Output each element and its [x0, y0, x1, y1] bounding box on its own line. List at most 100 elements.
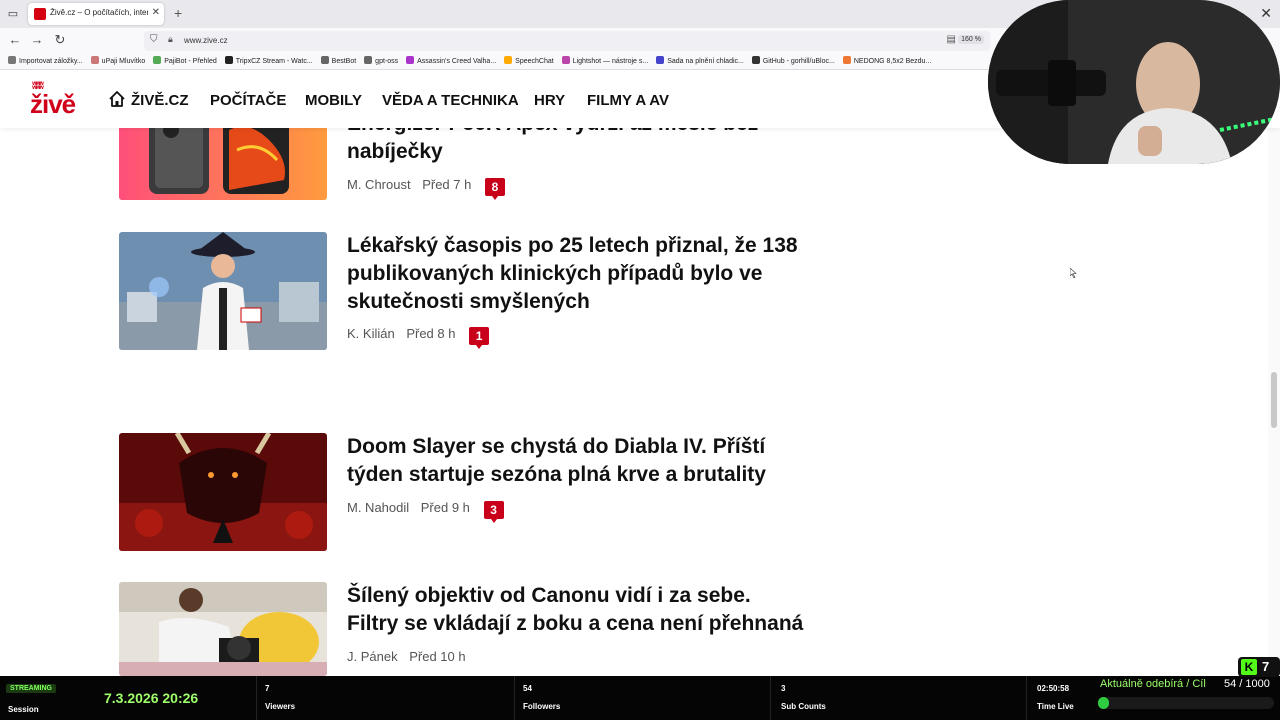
- tab-close-icon[interactable]: ✕: [152, 7, 160, 18]
- bookmark-item[interactable]: TripxCZ Stream - Watc...: [224, 54, 313, 69]
- time-live-label: Time Live: [1037, 702, 1074, 711]
- bookmark-item[interactable]: gpt-oss: [364, 54, 399, 69]
- bookmark-favicon-icon: [561, 56, 570, 64]
- article-item[interactable]: Lékařský časopis po 25 letech přiznal, ž…: [119, 232, 819, 352]
- article-meta: M. Chroust Před 7 h 8: [347, 177, 505, 200]
- subs-label: Sub Counts: [781, 702, 826, 711]
- nav-hry[interactable]: HRY: [534, 92, 565, 109]
- bookmark-item[interactable]: NEDONG 8,5x2 Bezdu...: [842, 54, 931, 69]
- followers-cell: 54 Followers: [514, 676, 770, 720]
- bookmark-favicon-icon: [504, 56, 513, 64]
- bookmark-label: Assassin's Creed Valha...: [417, 58, 497, 65]
- address-bar[interactable]: ⛉ 🔒︎ www.zive.cz ▤ 160 %: [144, 31, 990, 51]
- bookmark-item[interactable]: Importovat záložky...: [8, 54, 83, 69]
- bookmark-item[interactable]: Assassin's Creed Valha...: [406, 54, 497, 69]
- bookmark-label: Importovat záložky...: [19, 58, 83, 65]
- sub-goal-progress: [1098, 697, 1274, 709]
- bookmark-label: uPaji Mluvítko: [101, 58, 146, 65]
- comment-count-badge[interactable]: 1: [469, 327, 490, 349]
- nav-veda-a-technika[interactable]: VĚDA A TECHNIKA: [382, 92, 519, 109]
- kick-viewer-badge: K 7: [1238, 657, 1280, 677]
- bookmark-item[interactable]: BestBot: [320, 54, 356, 69]
- stream-status-bar: STREAMING Session 7.3.2026 20:26 7 Viewe…: [0, 676, 1280, 720]
- bookmark-label: SpeechChat: [515, 58, 554, 65]
- article-time: Před 7 h: [422, 177, 472, 192]
- forward-icon[interactable]: →: [29, 32, 45, 47]
- bookmark-favicon-icon: [364, 56, 373, 64]
- viewers-count: 7: [265, 684, 270, 693]
- article-item[interactable]: Šílený objektiv od Canonu vidí i za sebe…: [119, 582, 819, 676]
- bookmark-label: gpt-oss: [375, 58, 399, 65]
- bookmark-favicon-icon: [842, 56, 851, 64]
- session-label: Session: [8, 705, 39, 714]
- home-icon[interactable]: [108, 90, 126, 108]
- lock-icon[interactable]: 🔒︎: [168, 34, 173, 45]
- scrollbar-thumb[interactable]: [1271, 372, 1277, 428]
- reader-view-icon[interactable]: ▤: [947, 34, 956, 45]
- reload-icon[interactable]: ↻: [52, 32, 68, 48]
- bookmark-item[interactable]: Lightshot — nástroje s...: [561, 54, 649, 69]
- bookmark-favicon-icon: [153, 56, 162, 64]
- sidebar-toggle-icon[interactable]: ▭: [6, 7, 20, 21]
- bookmark-favicon-icon: [751, 56, 760, 64]
- article-meta: J. Pánek Před 10 h: [347, 649, 466, 664]
- viewers-label: Viewers: [265, 702, 296, 711]
- article-thumbnail[interactable]: [119, 433, 327, 551]
- tracking-shield-icon[interactable]: ⛉: [150, 34, 158, 45]
- window-close-icon[interactable]: ✕: [1260, 5, 1272, 22]
- subs-count: 3: [781, 684, 786, 693]
- article-title[interactable]: Šílený objektiv od Canonu vidí i za sebe…: [347, 582, 807, 638]
- nav-pocitace[interactable]: POČÍTAČE: [210, 92, 286, 109]
- article-author[interactable]: K. Kilián: [347, 326, 395, 341]
- nav-zive[interactable]: ŽIVĚ.CZ: [131, 92, 189, 109]
- sub-goal-value: 54 / 1000: [1224, 678, 1270, 690]
- article-time: Před 8 h: [406, 326, 456, 341]
- new-tab-icon[interactable]: +: [174, 5, 182, 21]
- bookmark-favicon-icon: [406, 56, 415, 64]
- sub-goal-label: Aktuálně odebírá / Cíl: [1100, 678, 1206, 690]
- bookmark-item[interactable]: uPaji Mluvítko: [90, 54, 146, 69]
- article-thumbnail[interactable]: [119, 582, 327, 676]
- comment-count-badge[interactable]: 3: [483, 501, 504, 523]
- url-text[interactable]: www.zive.cz: [184, 36, 228, 45]
- article-author[interactable]: M. Chroust: [347, 177, 411, 192]
- followers-count: 54: [523, 684, 532, 693]
- bookmark-item[interactable]: GitHub - gorhill/uBloc...: [751, 54, 835, 69]
- streaming-status: STREAMING: [6, 684, 56, 693]
- site-favicon: [34, 8, 46, 20]
- webcam-overlay: [988, 0, 1280, 164]
- bookmark-label: Lightshot — nástroje s...: [572, 58, 649, 65]
- bookmark-label: GitHub - gorhill/uBloc...: [762, 58, 835, 65]
- article-thumbnail[interactable]: [119, 232, 327, 350]
- article-title[interactable]: Lékařský časopis po 25 letech přiznal, ž…: [347, 232, 807, 316]
- bookmark-label: TripxCZ Stream - Watc...: [235, 58, 313, 65]
- zoom-level[interactable]: 160 %: [958, 35, 984, 44]
- article-item[interactable]: Doom Slayer se chystá do Diabla IV. Příš…: [119, 433, 819, 553]
- bookmark-item[interactable]: SpeechChat: [504, 54, 554, 69]
- bookmark-item[interactable]: PajiBot - Přehled: [153, 54, 217, 69]
- article-meta: K. Kilián Před 8 h 1: [347, 326, 490, 349]
- article-meta: M. Nahodil Před 9 h 3: [347, 500, 504, 523]
- bookmark-favicon-icon: [656, 56, 665, 64]
- bookmark-favicon-icon: [224, 56, 233, 64]
- bookmark-favicon-icon: [320, 56, 329, 64]
- kick-viewer-count: 7: [1262, 659, 1270, 674]
- viewers-cell: 7 Viewers: [256, 676, 512, 720]
- bookmark-label: Sada na plnění chladic...: [667, 58, 744, 65]
- page-scrollbar[interactable]: [1268, 128, 1280, 676]
- zive-logo[interactable]: ʬʬʬ živě: [30, 82, 86, 118]
- nav-mobily[interactable]: MOBILY: [305, 92, 362, 109]
- sub-goal-progress-fill: [1098, 697, 1109, 709]
- article-title[interactable]: Doom Slayer se chystá do Diabla IV. Příš…: [347, 433, 807, 489]
- article-author[interactable]: M. Nahodil: [347, 500, 409, 515]
- back-icon[interactable]: ←: [7, 32, 23, 47]
- time-live-value: 02:50:58: [1037, 684, 1070, 693]
- bookmark-favicon-icon: [8, 56, 16, 64]
- bookmark-item[interactable]: Sada na plnění chladic...: [656, 54, 744, 69]
- tab-title: Živě.cz – O počítačích, interneti: [50, 8, 148, 17]
- nav-filmy-a-av[interactable]: FILMY A AV: [587, 92, 669, 109]
- kick-logo-icon: K: [1241, 659, 1257, 675]
- comment-count-badge[interactable]: 8: [484, 178, 505, 200]
- article-author[interactable]: J. Pánek: [347, 649, 398, 664]
- browser-tab[interactable]: Živě.cz – O počítačích, interneti ✕: [28, 3, 164, 25]
